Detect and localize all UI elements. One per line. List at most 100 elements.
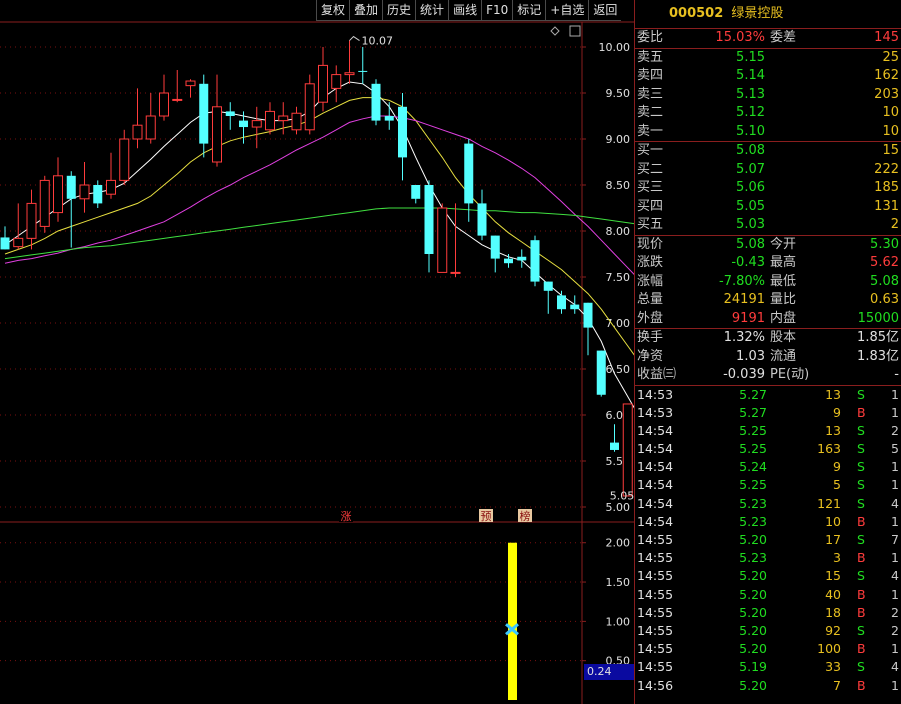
fund-label: 收益㈢ (637, 367, 677, 382)
asks-price: 5.15 (736, 49, 765, 65)
price-axis-label: 10.00 (599, 41, 631, 54)
candle-body (384, 116, 394, 121)
tick-time: 14:55 (637, 604, 674, 620)
tick-price: 5.20 (739, 568, 767, 584)
tick-count: 5 (891, 441, 899, 457)
tick-count: 4 (891, 659, 899, 675)
tick-time: 14:54 (637, 441, 674, 457)
asks-label: 卖四 (637, 68, 664, 83)
bids-price: 5.05 (736, 198, 765, 214)
tick-list[interactable]: 14:53 5.27 13 S 1 14:53 5.27 9 B 1 14:54 5.25 13 S 2 14… (635, 386, 901, 695)
tick-row: 14:54 5.23 121 S 4 (635, 495, 901, 513)
candle-body (610, 442, 619, 450)
asks-volume: 10 (882, 105, 899, 120)
tick-time: 14:54 (637, 513, 674, 529)
candle-body (265, 110, 275, 131)
tick-count: 1 (891, 586, 899, 602)
bids-volume: 222 (874, 161, 899, 177)
price-axis-label: 9.00 (606, 133, 631, 146)
asks-volume: 25 (882, 49, 899, 65)
candle-body (0, 237, 10, 250)
price-axis-label: 9.50 (606, 87, 631, 100)
candle-body (53, 175, 63, 214)
tick-row: 14:56 5.20 7 B 1 (635, 677, 901, 695)
stat-row: 外盘 9191 内盘 15000 (635, 310, 901, 329)
candle-body (450, 271, 461, 274)
stat-value: 5.08 (736, 236, 765, 252)
fund-label: 流通 (770, 348, 797, 364)
candle-body (583, 302, 593, 328)
tick-count: 1 (891, 404, 899, 420)
stat-label: 外盘 (637, 310, 664, 326)
fund-value: 1.83亿 (857, 348, 899, 364)
bids-label: 买一 (637, 143, 664, 158)
tick-side: S (857, 622, 865, 638)
tick-side: S (857, 659, 865, 675)
tick-side: S (857, 386, 865, 402)
tick-row: 14:54 5.23 10 B 1 (635, 513, 901, 531)
asks-label: 卖三 (637, 86, 664, 102)
stat-value: 9191 (731, 310, 765, 326)
stat-value: -7.80% (719, 273, 765, 289)
fundamental-row: 收益㈢ -0.039 PE(动) - (635, 366, 901, 385)
candle-body (66, 175, 76, 199)
candle-body (93, 185, 103, 204)
candle-body (79, 184, 90, 200)
tick-side: B (857, 641, 866, 657)
indicator-axis-label: 1.50 (606, 576, 631, 589)
tick-row: 14:54 5.24 9 S 1 (635, 458, 901, 476)
kline-chart[interactable]: 10.009.509.008.508.007.507.006.506.005.5… (0, 0, 634, 704)
stat-label: 今开 (770, 236, 797, 252)
bids-price: 5.03 (736, 217, 765, 232)
tick-price: 5.25 (739, 441, 767, 457)
asks-row: 卖四 5.14 162 (635, 67, 901, 86)
tick-row: 14:54 5.25 13 S 2 (635, 422, 901, 440)
fundamental-row: 净资 1.03 流通 1.83亿 (635, 348, 901, 367)
tick-side: B (857, 586, 866, 602)
tick-volume: 17 (825, 532, 841, 547)
asks-label: 卖五 (637, 49, 664, 65)
tick-count: 2 (891, 422, 899, 438)
tick-time: 14:54 (637, 495, 674, 511)
asks-row: 卖五 5.15 25 (635, 49, 901, 68)
bids-row: 买二 5.07 222 (635, 161, 901, 180)
candle-body (530, 240, 540, 282)
tick-count: 2 (891, 622, 899, 638)
price-axis-label: 7.50 (606, 271, 631, 284)
weibi-row: 委比 15.03% 委差 145 (635, 29, 901, 48)
fund-label: 股本 (770, 330, 797, 345)
tick-count: 2 (891, 604, 899, 620)
tick-price: 5.25 (739, 477, 767, 493)
tick-side: B (857, 513, 866, 529)
candle-body (145, 115, 156, 140)
tick-row: 14:54 5.25 163 S 5 (635, 440, 901, 458)
tick-price: 5.25 (739, 422, 767, 438)
tick-side: S (857, 495, 865, 511)
fundamentals: 换手 1.32% 股本 1.85亿 净资 1.03 流通 1.83亿 收益㈢ -0.039 PE(动… (635, 329, 901, 385)
asks-row: 卖一 5.10 10 (635, 123, 901, 142)
tick-volume: 13 (825, 386, 841, 402)
signal-tag: 榜 (520, 509, 531, 523)
bids-row: 买四 5.05 131 (635, 198, 901, 217)
asks-price: 5.13 (736, 86, 765, 102)
tick-row: 14:55 5.20 17 S 7 (635, 531, 901, 549)
fund-value: 1.85亿 (857, 330, 899, 345)
tick-volume: 15 (825, 568, 841, 584)
candle-body (331, 74, 342, 89)
tick-volume: 13 (825, 422, 841, 438)
signal-tag: 预 (481, 510, 492, 523)
fund-value: 1.03 (736, 348, 765, 364)
stat-value: 5.30 (870, 236, 899, 252)
tick-time: 14:55 (637, 568, 674, 584)
candle-body (291, 112, 302, 131)
tick-time: 14:55 (637, 532, 674, 547)
tick-volume: 92 (825, 622, 841, 638)
candle-body (39, 179, 50, 227)
tick-row: 14:55 5.20 15 S 4 (635, 567, 901, 585)
stat-label: 现价 (637, 236, 664, 252)
candle-body (517, 256, 527, 261)
bids-volume: 131 (874, 198, 899, 214)
candle-body (543, 281, 553, 291)
stat-label: 涨幅 (637, 273, 664, 289)
bids-label: 买四 (637, 198, 664, 214)
